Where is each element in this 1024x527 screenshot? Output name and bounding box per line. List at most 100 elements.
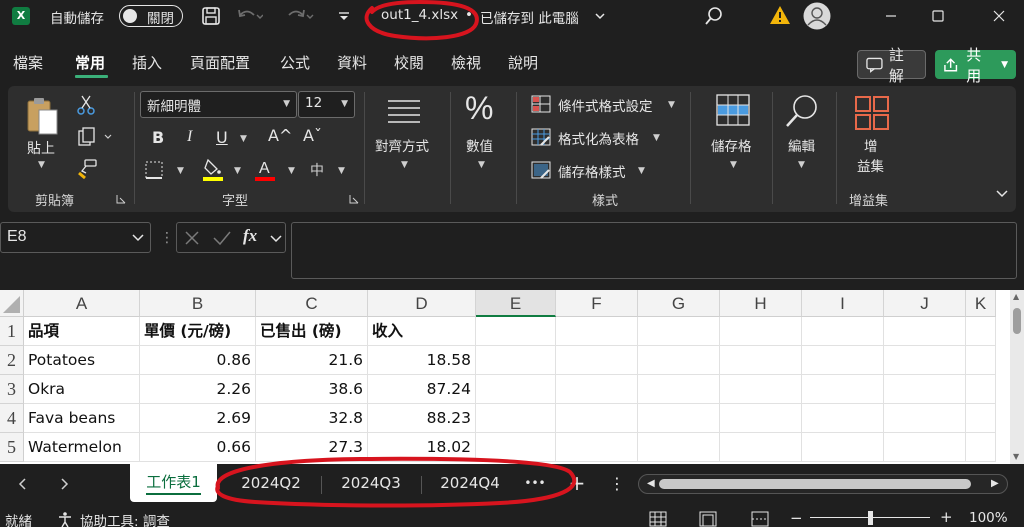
zoom-in-button[interactable]: + [940,508,953,526]
cell-I2[interactable] [802,346,884,375]
scroll-left-icon[interactable]: ◀ [647,478,655,489]
chevron-down-icon[interactable] [593,9,607,23]
cell-G2[interactable] [638,346,720,375]
cell-A2[interactable]: Potatoes [24,346,140,375]
magnifier-icon[interactable] [783,92,821,130]
chevron-down-icon[interactable]: ▼ [668,100,675,110]
cells-icon[interactable] [713,92,753,128]
cell-B4[interactable]: 2.69 [140,404,256,433]
font-size-select[interactable]: 12 ▼ [298,91,355,118]
scroll-thumb[interactable] [1013,308,1021,334]
zoom-level[interactable]: 100% [969,510,1008,526]
minimize-icon[interactable] [868,0,914,32]
search-icon[interactable] [703,5,725,27]
tab-options-button[interactable]: ⋮ [606,464,628,502]
cell-J1[interactable] [884,317,966,346]
zoom-out-button[interactable]: − [790,509,803,527]
cell-H1[interactable] [720,317,802,346]
cell-F3[interactable] [556,375,638,404]
cut-icon[interactable] [76,95,96,115]
cell-E2[interactable] [476,346,556,375]
tab-home[interactable]: 常用 [75,52,105,73]
copy-icon[interactable] [76,127,114,147]
dialog-launcher-icon[interactable] [116,194,126,204]
chevron-down-icon[interactable]: ▼ [478,160,485,170]
column-header[interactable]: I [802,290,884,317]
share-button[interactable]: 共用 ▼ [935,46,1016,85]
column-header[interactable]: G [638,290,720,317]
tab-page-layout[interactable]: 頁面配置 [190,52,250,73]
scroll-down-icon[interactable]: ▼ [1013,452,1019,461]
cell-J4[interactable] [884,404,966,433]
column-header[interactable]: A [24,290,140,317]
cell-K4[interactable] [966,404,996,433]
formula-bar-grip-icon[interactable]: ⋮ [160,230,174,246]
chevron-down-icon[interactable] [269,229,283,247]
grow-font-button[interactable]: A^ [268,126,292,145]
scroll-right-icon[interactable]: ▶ [991,478,999,489]
chevron-down-icon[interactable]: ▼ [234,166,241,176]
format-as-table-icon[interactable] [530,127,552,147]
enter-icon[interactable] [211,229,233,247]
cell-E5[interactable] [476,433,556,462]
alignment-icon[interactable] [384,96,424,126]
cell-I1[interactable] [802,317,884,346]
cell-E1[interactable] [476,317,556,346]
cell-C1[interactable]: 已售出 (磅) [256,317,368,346]
collapse-ribbon-icon[interactable] [995,187,1009,199]
cell-A4[interactable]: Fava beans [24,404,140,433]
normal-view-icon[interactable] [648,510,668,527]
cell-C4[interactable]: 32.8 [256,404,368,433]
percent-icon[interactable]: % [465,90,493,127]
accessibility-status[interactable]: 協助工具: 調查 [80,510,170,527]
chevron-down-icon[interactable]: ▼ [338,166,345,176]
column-header[interactable]: D [368,290,476,317]
avatar-icon[interactable] [802,1,832,31]
undo-icon[interactable] [234,5,264,27]
cell-H2[interactable] [720,346,802,375]
page-break-view-icon[interactable] [750,510,770,527]
underline-button[interactable]: U [216,128,228,147]
comments-button[interactable]: 註解 [857,46,926,85]
cell-D3[interactable]: 87.24 [368,375,476,404]
column-header[interactable]: K [966,290,996,317]
cell-F4[interactable] [556,404,638,433]
cell-C5[interactable]: 27.3 [256,433,368,462]
cell-E4[interactable] [476,404,556,433]
page-layout-view-icon[interactable] [698,510,718,527]
chevron-down-icon[interactable]: ▼ [798,160,805,170]
chevron-down-icon[interactable]: ▼ [240,134,247,144]
row-header[interactable]: 5 [0,433,24,462]
column-header[interactable]: B [140,290,256,317]
cell-D1[interactable]: 收入 [368,317,476,346]
cell-D2[interactable]: 18.58 [368,346,476,375]
redo-icon[interactable] [285,5,315,27]
tab-view[interactable]: 檢視 [451,52,481,73]
vertical-scrollbar[interactable]: ▲ ▼ [1010,290,1024,464]
cell-G5[interactable] [638,433,720,462]
column-header[interactable]: E [476,290,556,317]
column-header[interactable]: C [256,290,368,317]
cell-styles-icon[interactable] [530,160,552,180]
cell-D4[interactable]: 88.23 [368,404,476,433]
addins-label-line1[interactable]: 增 [864,135,878,155]
file-name[interactable]: out1_4.xlsx [381,7,458,23]
cell-D5[interactable]: 18.02 [368,433,476,462]
prev-sheet-icon[interactable] [15,476,31,492]
h-scroll-thumb[interactable] [659,479,971,489]
name-box[interactable]: E8 [0,222,151,253]
paste-chevron-icon[interactable]: ▼ [38,160,45,170]
shrink-font-button[interactable]: Aˇ [303,126,322,145]
cell-A1[interactable]: 品項 [24,317,140,346]
horizontal-scrollbar[interactable]: ◀ ▶ [638,474,1008,494]
number-label[interactable]: 數值 [466,135,493,155]
next-sheet-icon[interactable] [56,476,72,492]
scroll-up-icon[interactable]: ▲ [1013,292,1019,301]
cell-I4[interactable] [802,404,884,433]
save-status[interactable]: 已儲存到 此電腦 [480,7,579,27]
formula-input[interactable] [291,222,1017,279]
cell-J3[interactable] [884,375,966,404]
paste-icon[interactable] [24,96,60,136]
cell-A3[interactable]: Okra [24,375,140,404]
tab-review[interactable]: 校閱 [394,52,424,73]
